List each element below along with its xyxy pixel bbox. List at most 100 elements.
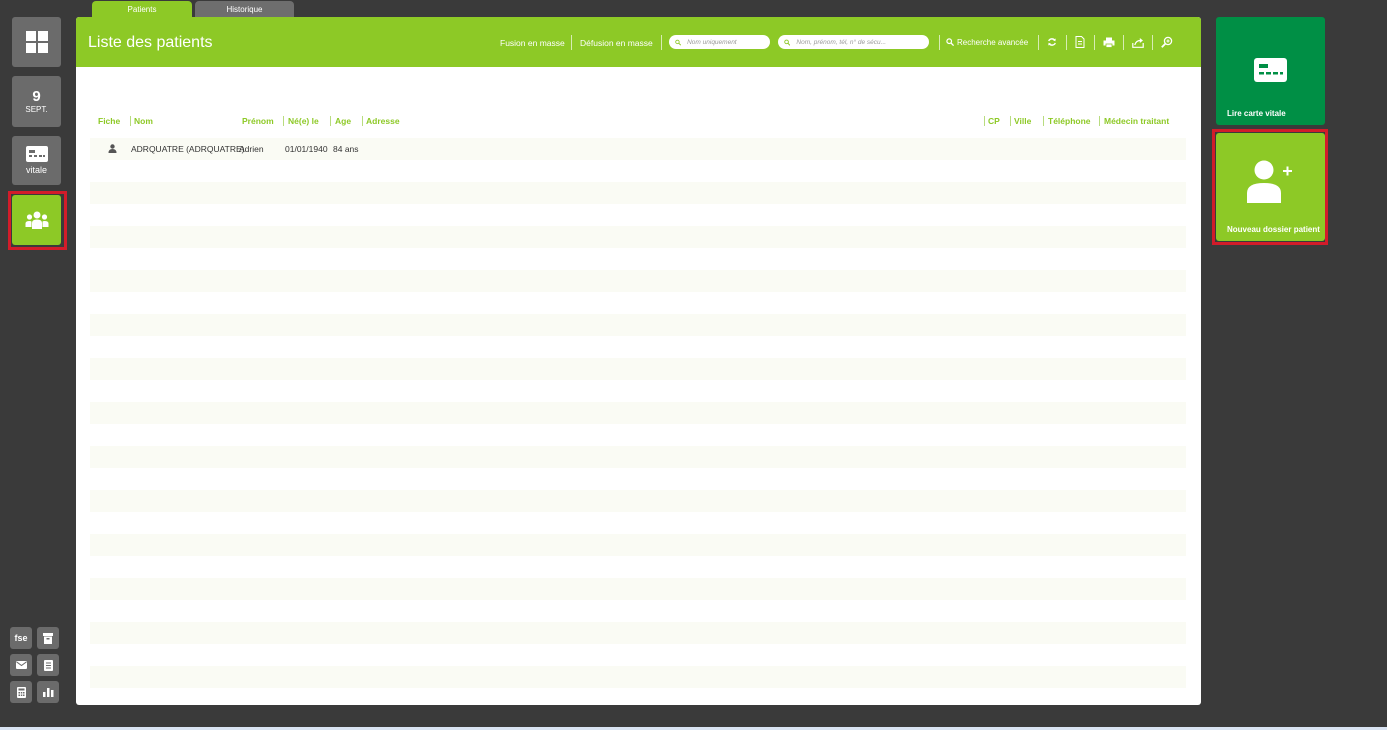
users-group-icon: [25, 211, 48, 229]
search-icon: [675, 39, 682, 46]
agenda-date-tile[interactable]: 9 SEPT.: [12, 76, 61, 127]
cell-age: 84 ans: [333, 144, 359, 154]
search-full-input[interactable]: [796, 38, 929, 46]
list-item: [90, 556, 1186, 578]
list-item: [90, 314, 1186, 336]
search-full-field[interactable]: [778, 35, 929, 49]
column-header-adresse[interactable]: Adresse: [366, 116, 400, 126]
list-item: [90, 402, 1186, 424]
list-item: [90, 424, 1186, 446]
toolbar-separator: [939, 35, 940, 50]
document-button[interactable]: [37, 654, 59, 676]
defusion-en-masse-button[interactable]: Défusion en masse: [580, 38, 653, 48]
list-item: [90, 336, 1186, 358]
column-header-ne-le[interactable]: Né(e) le: [288, 116, 319, 126]
list-item: [90, 534, 1186, 556]
table-row[interactable]: ADRQUATRE (ADRQUATRE) Adrien 01/01/1940 …: [90, 138, 1186, 160]
search-name-input[interactable]: [687, 38, 770, 46]
column-header-telephone[interactable]: Téléphone: [1048, 116, 1091, 126]
read-vitale-card-label: Lire carte vitale: [1227, 109, 1286, 118]
column-separator: [362, 116, 363, 126]
toolbar-separator: [1152, 35, 1153, 50]
list-item: [90, 358, 1186, 380]
list-item: [90, 226, 1186, 248]
advanced-search-icon: [945, 35, 954, 49]
zoom-icon[interactable]: [1160, 35, 1174, 49]
dashboard-tile[interactable]: [12, 17, 61, 67]
calculator-button[interactable]: [10, 681, 32, 703]
list-item: [90, 600, 1186, 622]
panel-header: Liste des patients Fusion en masse Défus…: [76, 17, 1201, 67]
column-header-prenom[interactable]: Prénom: [242, 116, 274, 126]
tab-patients[interactable]: Patients: [92, 1, 192, 17]
share-icon[interactable]: [1131, 35, 1145, 49]
cell-ne-le: 01/01/1940: [285, 144, 328, 154]
mail-button[interactable]: [10, 654, 32, 676]
vitale-tile-label: vitale: [25, 165, 47, 175]
page-title: Liste des patients: [88, 34, 213, 51]
column-header-age[interactable]: Age: [335, 116, 351, 126]
calculator-icon: [16, 686, 26, 698]
archive-icon: [43, 632, 53, 644]
date-month: SEPT.: [25, 104, 48, 114]
list-item: [90, 666, 1186, 688]
tab-historique-label: Historique: [226, 4, 263, 14]
tab-historique[interactable]: Historique: [195, 1, 294, 17]
new-patient-file-button[interactable]: Nouveau dossier patient: [1216, 133, 1325, 241]
column-header-ville[interactable]: Ville: [1014, 116, 1031, 126]
list-item: [90, 182, 1186, 204]
patient-list-panel: Liste des patients Fusion en masse Défus…: [76, 17, 1201, 705]
new-patient-file-label: Nouveau dossier patient: [1227, 225, 1320, 234]
read-vitale-card-button[interactable]: Lire carte vitale: [1216, 17, 1325, 125]
column-separator: [283, 116, 284, 126]
column-separator: [330, 116, 331, 126]
toolbar-separator: [661, 35, 662, 50]
list-item: [90, 490, 1186, 512]
print-icon[interactable]: [1102, 35, 1116, 49]
patients-tile[interactable]: [12, 195, 61, 245]
list-item: [90, 292, 1186, 314]
list-item: [90, 160, 1186, 182]
date-day: 9: [32, 87, 41, 105]
list-item: [90, 468, 1186, 490]
list-item: [90, 380, 1186, 402]
list-item: [90, 204, 1186, 226]
cell-nom: ADRQUATRE (ADRQUATRE): [131, 144, 245, 154]
document-icon: [43, 659, 53, 671]
toolbar-separator: [1038, 35, 1039, 50]
list-item: [90, 446, 1186, 468]
column-header-nom[interactable]: Nom: [134, 116, 153, 126]
vitale-tile[interactable]: vitale: [12, 136, 61, 185]
column-header-fiche[interactable]: Fiche: [98, 116, 120, 126]
refresh-icon[interactable]: [1045, 35, 1059, 49]
list-item: [90, 270, 1186, 292]
tab-patients-label: Patients: [127, 4, 157, 14]
patient-fiche-icon[interactable]: [108, 144, 117, 153]
vitale-card-icon: [25, 146, 48, 162]
fusion-en-masse-button[interactable]: Fusion en masse: [500, 38, 565, 48]
list-item: [90, 644, 1186, 666]
add-user-icon: [1247, 160, 1292, 203]
search-name-field[interactable]: [669, 35, 770, 49]
column-separator: [1043, 116, 1044, 126]
vitale-card-icon: [1254, 58, 1287, 82]
list-item: [90, 248, 1186, 270]
column-header-cp[interactable]: CP: [988, 116, 1000, 126]
grid-icon: [25, 31, 48, 53]
fse-button[interactable]: fse: [10, 627, 32, 649]
column-header-medecin-traitant[interactable]: Médecin traitant: [1104, 116, 1169, 126]
toolbar-separator: [1123, 35, 1124, 50]
list-item: [90, 512, 1186, 534]
fse-label: fse: [14, 633, 28, 643]
archive-button[interactable]: [37, 627, 59, 649]
export-document-icon[interactable]: [1073, 35, 1087, 49]
toolbar-separator: [571, 35, 572, 50]
column-separator: [1010, 116, 1011, 126]
statistics-button[interactable]: [37, 681, 59, 703]
toolbar-separator: [1094, 35, 1095, 50]
column-separator: [130, 116, 131, 126]
advanced-search-button[interactable]: Recherche avancée: [957, 38, 1028, 47]
bar-chart-icon: [42, 688, 53, 697]
mail-icon: [15, 661, 27, 669]
cell-prenom: Adrien: [239, 144, 264, 154]
